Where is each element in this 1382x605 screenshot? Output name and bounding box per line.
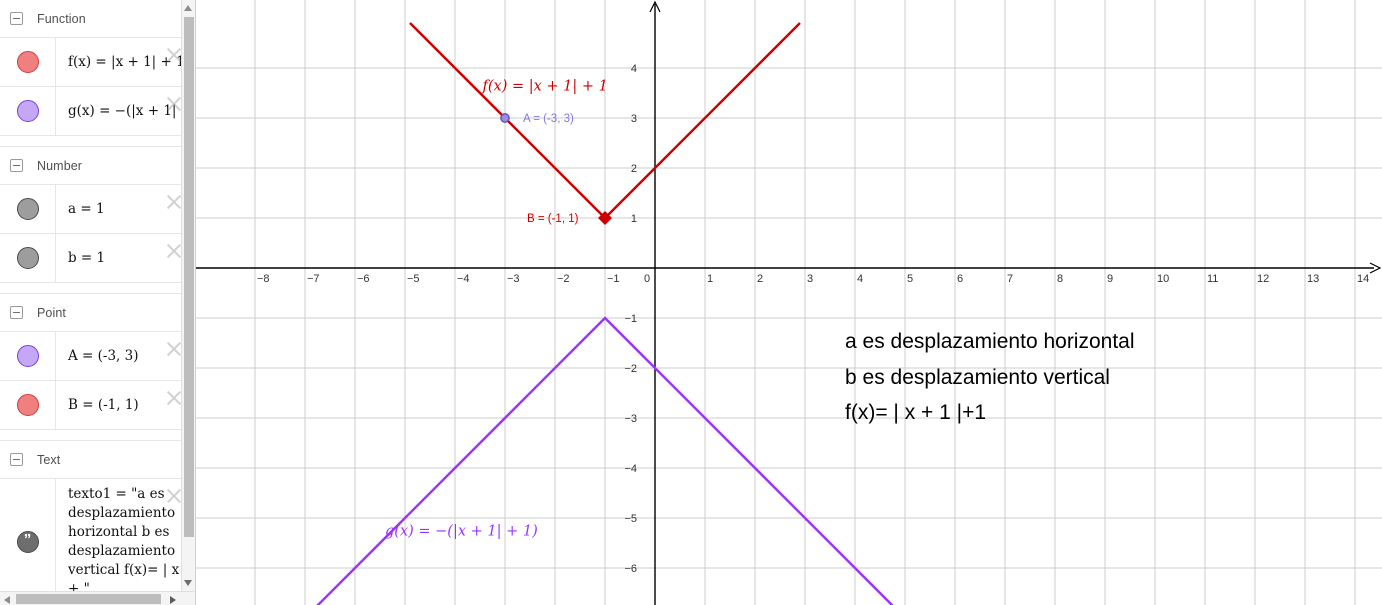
- arrow-right-icon[interactable]: [166, 592, 180, 605]
- algebra-sidebar[interactable]: Function f(x) = |x + 1| + 1 g(x) = −(|x + …: [0, 0, 196, 605]
- group-header-number[interactable]: Number: [0, 147, 195, 185]
- point-a[interactable]: [500, 113, 510, 123]
- arrow-left-icon[interactable]: [1, 592, 15, 605]
- number-color-dot[interactable]: [16, 198, 39, 220]
- algebra-row[interactable]: B = (-1, 1): [0, 381, 195, 430]
- horizontal-scrollbar-thumb[interactable]: [16, 594, 161, 604]
- group-separator: [0, 283, 195, 294]
- marker-cell: [0, 38, 56, 86]
- group-separator: [0, 136, 195, 147]
- marker-cell: ”: [0, 479, 56, 605]
- svg-text:−1: −1: [624, 313, 637, 325]
- group-title: Text: [37, 452, 61, 467]
- algebra-row[interactable]: a = 1: [0, 185, 195, 234]
- svg-text:3: 3: [631, 113, 637, 125]
- svg-text:−6: −6: [624, 563, 637, 575]
- svg-text:11: 11: [1207, 273, 1218, 285]
- svg-text:12: 12: [1257, 273, 1269, 285]
- svg-text:−1: −1: [607, 273, 620, 285]
- svg-text:4: 4: [857, 273, 863, 285]
- svg-text:−8: −8: [257, 273, 270, 285]
- svg-text:−4: −4: [457, 273, 470, 285]
- axes: [196, 0, 1382, 605]
- function-color-dot[interactable]: [16, 100, 39, 122]
- svg-text:1: 1: [707, 273, 713, 285]
- algebra-row[interactable]: ” texto1 = "a es desplazamiento horizonta…: [0, 479, 195, 605]
- svg-text:−7: −7: [307, 273, 320, 285]
- marker-cell: [0, 87, 56, 135]
- text-quote-icon[interactable]: ”: [16, 531, 39, 553]
- group-title: Number: [37, 158, 83, 173]
- svg-text:14: 14: [1357, 273, 1369, 285]
- annotation-line-2: b es desplazamiento vertical: [845, 366, 1110, 389]
- marker-cell: [0, 332, 56, 380]
- svg-text:0: 0: [644, 273, 650, 285]
- number-color-dot[interactable]: [16, 247, 39, 269]
- svg-text:−4: −4: [624, 463, 637, 475]
- function-label-g: g(x) = −(|x + 1| + 1): [385, 524, 538, 540]
- group-header-function[interactable]: Function: [0, 0, 195, 38]
- group-title: Point: [37, 305, 66, 320]
- svg-text:6: 6: [957, 273, 963, 285]
- svg-text:1: 1: [631, 213, 637, 225]
- svg-text:−2: −2: [557, 273, 570, 285]
- arrow-down-icon[interactable]: [182, 576, 195, 590]
- algebra-list: Function f(x) = |x + 1| + 1 g(x) = −(|x + …: [0, 0, 195, 605]
- coordinate-plane[interactable]: −8 −7 −6 −5 −4 −3 −2 −1 0 1 2 3 4 5 6 7 8 9 10 11 12 13 144321…: [196, 0, 1382, 605]
- minus-icon[interactable]: [10, 159, 23, 172]
- graphics-view[interactable]: −8 −7 −6 −5 −4 −3 −2 −1 0 1 2 3 4 5 6 7 8 9 10 11 12 13 14 4 3 2 1…: [196, 0, 1382, 605]
- svg-text:−3: −3: [507, 273, 520, 285]
- svg-text:7: 7: [1007, 273, 1013, 285]
- group-title: Function: [37, 11, 86, 26]
- point-color-dot[interactable]: [16, 345, 39, 367]
- grid-lines: [196, 0, 1382, 605]
- point-color-dot[interactable]: [16, 394, 39, 416]
- svg-text:2: 2: [757, 273, 763, 285]
- svg-text:5: 5: [907, 273, 913, 285]
- marker-cell: [0, 381, 56, 429]
- function-label-f: f(x) = |x + 1| + 1: [482, 79, 608, 95]
- annotation-line-1: a es desplazamiento horizontal: [845, 330, 1135, 353]
- arrow-up-icon[interactable]: [182, 1, 195, 15]
- function-color-dot[interactable]: [16, 51, 39, 73]
- point-b-label: B = (-1, 1): [527, 213, 579, 225]
- algebra-row[interactable]: g(x) = −(|x + 1| + 1): [0, 87, 195, 136]
- svg-text:9: 9: [1107, 273, 1113, 285]
- sidebar-horizontal-scrollbar[interactable]: [0, 591, 195, 605]
- algebra-row[interactable]: A = (-3, 3): [0, 332, 195, 381]
- group-header-point[interactable]: Point: [0, 294, 195, 332]
- algebra-row[interactable]: b = 1: [0, 234, 195, 283]
- svg-text:8: 8: [1057, 273, 1063, 285]
- geogebra-window: Function f(x) = |x + 1| + 1 g(x) = −(|x + …: [0, 0, 1382, 605]
- annotation-line-3: f(x)= | x + 1 |+1: [845, 401, 987, 424]
- curve-labels: A = (-3, 3) B = (-1, 1) f(x) = |x + 1| + 1…: [385, 79, 608, 540]
- svg-text:−6: −6: [357, 273, 370, 285]
- group-separator: [0, 430, 195, 441]
- svg-text:13: 13: [1307, 273, 1319, 285]
- svg-text:−3: −3: [624, 413, 637, 425]
- svg-text:−5: −5: [407, 273, 420, 285]
- minus-icon[interactable]: [10, 453, 23, 466]
- minus-icon[interactable]: [10, 12, 23, 25]
- minus-icon[interactable]: [10, 306, 23, 319]
- point-a-label: A = (-3, 3): [523, 113, 574, 125]
- svg-text:−2: −2: [624, 363, 637, 375]
- vertical-scrollbar-thumb[interactable]: [184, 17, 194, 537]
- marker-cell: [0, 185, 56, 233]
- marker-cell: [0, 234, 56, 282]
- svg-text:4: 4: [631, 63, 637, 75]
- group-header-text[interactable]: Text: [0, 441, 195, 479]
- svg-text:10: 10: [1157, 273, 1169, 285]
- svg-text:3: 3: [807, 273, 813, 285]
- svg-text:2: 2: [631, 163, 637, 175]
- algebra-row[interactable]: f(x) = |x + 1| + 1: [0, 38, 195, 87]
- svg-text:−5: −5: [624, 513, 637, 525]
- sidebar-vertical-scrollbar[interactable]: [181, 0, 195, 591]
